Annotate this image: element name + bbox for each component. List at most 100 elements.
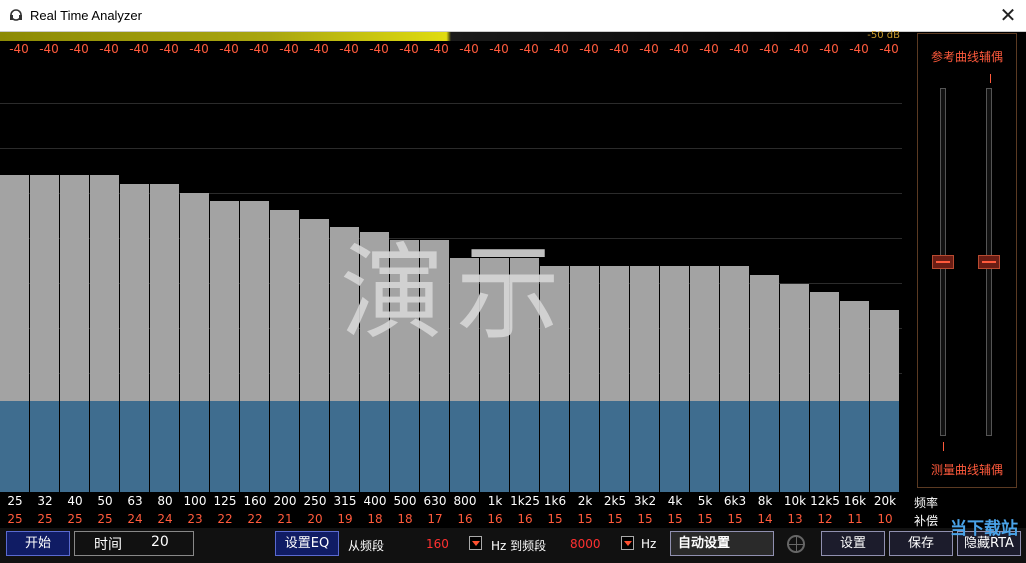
peak-value: -40 xyxy=(39,42,59,56)
reference-curve-title: 参考曲线辅偶 xyxy=(930,50,1003,64)
to-band-value[interactable]: 8000 xyxy=(570,537,601,551)
gain-value[interactable]: 15 xyxy=(660,512,690,526)
frequency-label: 3k2 xyxy=(633,494,657,508)
spectrum-bar-baseline xyxy=(150,401,179,492)
peak-value: -40 xyxy=(399,42,419,56)
measurement-slider-thumb[interactable] xyxy=(932,255,954,269)
spectrum-bar-baseline xyxy=(600,401,629,492)
auto-setting-button[interactable]: 自动设置 xyxy=(670,531,774,556)
gain-value[interactable]: 15 xyxy=(690,512,720,526)
gain-value[interactable]: 15 xyxy=(570,512,600,526)
spectrum-bar xyxy=(750,275,779,492)
gain-value[interactable]: 16 xyxy=(480,512,510,526)
gain-value[interactable]: 17 xyxy=(420,512,450,526)
gain-value[interactable]: 18 xyxy=(360,512,390,526)
spectrum-bar-baseline xyxy=(240,401,269,492)
peak-value: -40 xyxy=(159,42,179,56)
gain-value[interactable]: 15 xyxy=(630,512,660,526)
frequency-label: 2k5 xyxy=(603,494,627,508)
spectrum-bar xyxy=(840,301,869,492)
peak-value: -40 xyxy=(819,42,839,56)
gain-value[interactable]: 15 xyxy=(600,512,630,526)
frequency-label: 25 xyxy=(7,494,23,508)
gain-value[interactable]: 25 xyxy=(60,512,90,526)
gain-value[interactable]: 19 xyxy=(330,512,360,526)
spectrum-bar-baseline xyxy=(720,401,749,492)
spectrum-bar xyxy=(810,292,839,492)
frequency-label: 1k xyxy=(487,494,503,508)
to-band-dropdown-icon[interactable] xyxy=(621,536,634,550)
frequency-label: 500 xyxy=(393,494,417,508)
frequency-label: 80 xyxy=(157,494,173,508)
frequency-label: 5k xyxy=(697,494,713,508)
start-button[interactable]: 开始 xyxy=(6,531,70,556)
spectrum-bar xyxy=(180,193,209,492)
save-button[interactable]: 保存 xyxy=(889,531,953,556)
peak-value: -40 xyxy=(579,42,599,56)
frequency-label: 1k6 xyxy=(543,494,567,508)
spectrum-bar-baseline xyxy=(120,401,149,492)
spectrum-bar xyxy=(210,201,239,492)
gain-value[interactable]: 22 xyxy=(240,512,270,526)
gain-value[interactable]: 16 xyxy=(510,512,540,526)
peak-value: -40 xyxy=(279,42,299,56)
gain-value[interactable]: 11 xyxy=(840,512,870,526)
frequency-row: 频率 25 32 40 50 63 80 100 125 160 200 250 315 400 500 6… xyxy=(0,492,950,510)
gain-row: 补偿 25 25 25 25 24 24 23 22 22 21 20 19 18 18 17 16 16 16 1… xyxy=(0,510,950,528)
gain-row-label: 补偿 xyxy=(914,514,939,528)
frequency-label: 50 xyxy=(97,494,113,508)
frequency-label: 12k5 xyxy=(810,494,840,508)
spectrum-bar-baseline xyxy=(810,401,839,492)
app-icon xyxy=(10,9,22,21)
gain-value[interactable]: 24 xyxy=(120,512,150,526)
peak-value: -40 xyxy=(249,42,269,56)
gain-value[interactable]: 21 xyxy=(270,512,300,526)
close-icon[interactable]: ✕ xyxy=(996,4,1020,28)
peak-value: -40 xyxy=(339,42,359,56)
spectrum-bar xyxy=(720,266,749,492)
from-band-value[interactable]: 160 xyxy=(426,537,449,551)
gain-value[interactable]: 25 xyxy=(0,512,30,526)
gain-value[interactable]: 18 xyxy=(390,512,420,526)
gain-value[interactable]: 15 xyxy=(720,512,750,526)
spectrum-bar-baseline xyxy=(540,401,569,492)
spectrum-bar-baseline xyxy=(390,401,419,492)
gain-value[interactable]: 12 xyxy=(810,512,840,526)
spectrum-bar-baseline xyxy=(630,401,659,492)
spectrum-bar-baseline xyxy=(60,401,89,492)
gain-value[interactable]: 20 xyxy=(300,512,330,526)
frequency-label: 16k xyxy=(843,494,867,508)
gain-value[interactable]: 13 xyxy=(780,512,810,526)
spectrum-bar-baseline xyxy=(450,401,479,492)
title-bar: Real Time Analyzer ✕ xyxy=(0,0,1026,32)
frequency-label: 32 xyxy=(37,494,53,508)
frequency-label: 100 xyxy=(183,494,207,508)
set-eq-button[interactable]: 设置EQ xyxy=(275,531,339,556)
settings-button[interactable]: 设置 xyxy=(821,531,885,556)
gain-value[interactable]: 15 xyxy=(540,512,570,526)
peak-value: -40 xyxy=(489,42,509,56)
frequency-label: 1k25 xyxy=(510,494,540,508)
spectrum-bar-baseline xyxy=(750,401,779,492)
measurement-tick xyxy=(943,442,944,451)
spectrum-bar xyxy=(270,210,299,492)
gain-value[interactable]: 24 xyxy=(150,512,180,526)
frequency-label: 8k xyxy=(757,494,773,508)
gain-value[interactable]: 16 xyxy=(450,512,480,526)
gain-value[interactable]: 14 xyxy=(750,512,780,526)
reference-slider-thumb[interactable] xyxy=(978,255,1000,269)
time-value[interactable]: 20 xyxy=(151,534,169,550)
from-band-dropdown-icon[interactable] xyxy=(469,536,482,550)
peak-value: -40 xyxy=(879,42,899,56)
gain-value[interactable]: 22 xyxy=(210,512,240,526)
spectrum-bar-baseline xyxy=(660,401,689,492)
gain-value[interactable]: 25 xyxy=(30,512,60,526)
gain-value[interactable]: 25 xyxy=(90,512,120,526)
crosshair-icon[interactable] xyxy=(787,535,805,553)
gain-value[interactable]: 23 xyxy=(180,512,210,526)
peak-value: -40 xyxy=(729,42,749,56)
gain-value[interactable]: 10 xyxy=(870,512,900,526)
spectrum-bar-baseline xyxy=(90,401,119,492)
curve-adjust-panel: 参考曲线辅偶 测量曲线辅偶 xyxy=(917,33,1017,488)
peak-value: -40 xyxy=(9,42,29,56)
